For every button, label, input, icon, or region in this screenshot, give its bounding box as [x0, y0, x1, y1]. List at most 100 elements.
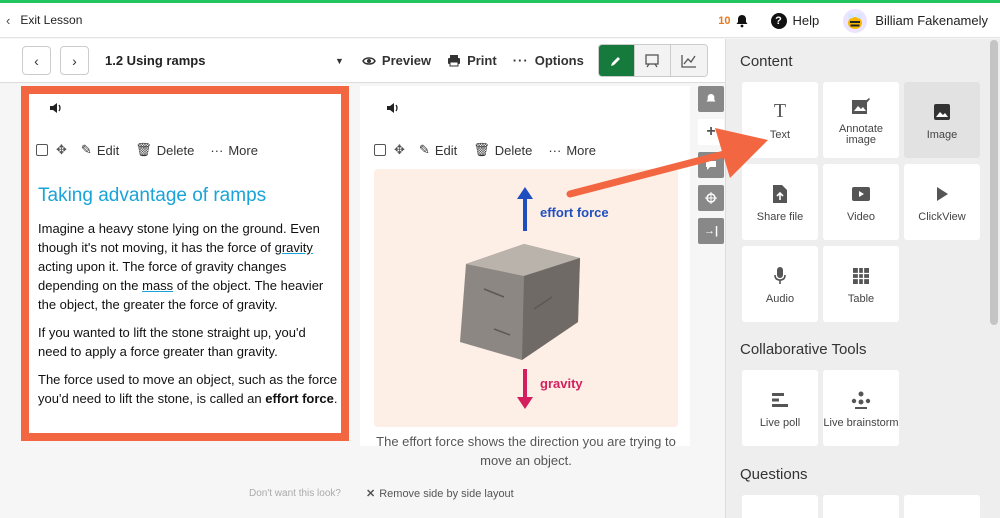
- print-button[interactable]: Print: [447, 53, 497, 68]
- questions-heading: Questions: [740, 466, 808, 483]
- clickview-tile-label: ClickView: [918, 210, 966, 223]
- top-bar: ‹ Exit Lesson 10 ? Help Billiam Fakename…: [0, 3, 1000, 38]
- more-button[interactable]: ··· More: [548, 143, 596, 158]
- more-button[interactable]: ··· More: [210, 143, 258, 158]
- brainstorm-icon: [850, 388, 872, 412]
- preview-button[interactable]: Preview: [362, 53, 431, 68]
- chevron-right-icon: ›: [72, 52, 77, 69]
- audio-tile-label: Audio: [765, 292, 795, 305]
- content-heading: Taking advantage of ramps: [38, 185, 267, 206]
- help-button[interactable]: ? Help: [770, 12, 820, 29]
- notification-count[interactable]: 10: [718, 15, 730, 27]
- ellipsis-icon: ···: [548, 142, 562, 158]
- speaker-icon[interactable]: [385, 101, 401, 115]
- next-page-button[interactable]: ›: [60, 46, 89, 75]
- content-heading: Content: [740, 53, 793, 70]
- text-block-panel[interactable]: ✥ ✎ Edit 🗑 Delete ··· More Taking advantage…: [21, 86, 349, 441]
- speaker-icon[interactable]: [48, 101, 64, 115]
- ellipsis-icon: ···: [512, 53, 529, 68]
- annotate-image-tile[interactable]: Annotate image: [823, 82, 899, 158]
- caret-down-icon[interactable]: ▼: [335, 56, 344, 66]
- question-tile-1[interactable]: [742, 495, 818, 518]
- gravity-label: gravity: [540, 376, 583, 391]
- options-button[interactable]: ··· Options: [513, 53, 584, 68]
- more-label: More: [566, 142, 596, 158]
- comment-icon: [706, 161, 716, 170]
- share-file-tile[interactable]: Share file: [742, 164, 818, 240]
- delete-button[interactable]: 🗑 Delete: [473, 142, 532, 158]
- lesson-toolbar: ‹ › 1.2 Using ramps ▼ Preview Print ··· …: [0, 39, 725, 83]
- print-label: Print: [467, 53, 497, 68]
- avatar: [843, 8, 868, 33]
- content-sidebar: Content T Text Annotate image Image Shar…: [725, 39, 1000, 518]
- audio-tile[interactable]: Audio: [742, 246, 818, 322]
- effort-force-illustration: effort force gravity: [374, 169, 678, 427]
- gravity-arrow-head: [517, 397, 533, 409]
- video-tile[interactable]: Video: [823, 164, 899, 240]
- more-label: More: [228, 142, 258, 158]
- text-block-controls: ✥ ✎ Edit 🗑 Delete ··· More: [36, 142, 274, 158]
- mass-glossary-link[interactable]: mass: [142, 278, 173, 293]
- bell-tool-button[interactable]: [698, 86, 724, 112]
- select-checkbox[interactable]: [36, 144, 48, 156]
- eye-icon: [362, 56, 376, 65]
- live-brainstorm-tile-label: Live brainstorm: [823, 416, 899, 429]
- clickview-tile[interactable]: ClickView: [904, 164, 980, 240]
- remove-side-by-side-button[interactable]: ✕ Remove side by side layout: [366, 487, 514, 501]
- live-brainstorm-tile[interactable]: Live brainstorm: [823, 370, 899, 446]
- move-handle-icon[interactable]: ✥: [56, 142, 67, 158]
- bell-icon[interactable]: [735, 14, 749, 28]
- image-block-panel[interactable]: ✥ ✎ Edit 🗑 Delete ··· More effort force gra…: [360, 86, 690, 468]
- question-tile-2[interactable]: [823, 495, 899, 518]
- share-file-icon: [772, 182, 788, 206]
- analytics-mode-button[interactable]: [670, 45, 707, 76]
- select-checkbox[interactable]: [374, 144, 386, 156]
- exit-lesson-button[interactable]: ‹ Exit Lesson: [6, 13, 82, 28]
- plus-icon: +: [706, 123, 716, 140]
- sidebar-scrollbar[interactable]: [990, 40, 998, 325]
- stone-icon: [460, 244, 580, 360]
- collapse-tool-button[interactable]: →|: [698, 218, 724, 244]
- text-tile[interactable]: T Text: [742, 82, 818, 158]
- exit-lesson-label: Exit Lesson: [20, 13, 83, 27]
- present-mode-button[interactable]: [634, 45, 671, 76]
- edit-mode-button[interactable]: [598, 45, 635, 76]
- video-icon: [851, 182, 871, 206]
- paragraph-1: Imagine a heavy stone lying on the groun…: [38, 219, 338, 314]
- live-poll-tile[interactable]: Live poll: [742, 370, 818, 446]
- annotate-image-icon: [851, 94, 871, 118]
- mode-switcher: [597, 44, 708, 77]
- edit-button[interactable]: ✎ Edit: [419, 142, 457, 158]
- comment-tool-button[interactable]: [698, 152, 724, 178]
- user-menu[interactable]: Billiam Fakenamely: [843, 8, 988, 33]
- trash-icon: 🗑: [473, 142, 490, 157]
- ellipsis-icon: ···: [210, 142, 224, 158]
- effort-force-label: effort force: [540, 205, 609, 220]
- printer-icon: [448, 55, 461, 67]
- live-poll-tile-label: Live poll: [759, 416, 801, 429]
- table-tile[interactable]: Table: [823, 246, 899, 322]
- table-icon: [852, 264, 870, 288]
- image-tile[interactable]: Image: [904, 82, 980, 158]
- share-file-tile-label: Share file: [756, 210, 804, 223]
- edit-button[interactable]: ✎ Edit: [81, 142, 119, 158]
- text-tile-label: Text: [769, 128, 791, 141]
- question-tile-3[interactable]: [904, 495, 980, 518]
- previous-page-button[interactable]: ‹: [22, 46, 51, 75]
- gravity-glossary-link[interactable]: gravity: [275, 240, 313, 255]
- move-handle-icon[interactable]: ✥: [394, 142, 405, 158]
- help-label: Help: [792, 13, 820, 28]
- pencil-icon: ✎: [80, 142, 92, 157]
- effort-arrow-head: [517, 187, 533, 199]
- delete-label: Delete: [494, 142, 533, 158]
- options-label: Options: [534, 53, 584, 68]
- add-tool-button[interactable]: +: [698, 119, 724, 145]
- lesson-title-dropdown[interactable]: 1.2 Using ramps: [105, 53, 335, 68]
- pencil-icon: ✎: [418, 142, 430, 157]
- annotate-image-tile-label: Annotate image: [838, 123, 884, 146]
- trash-icon: 🗑: [135, 142, 152, 157]
- delete-button[interactable]: 🗑 Delete: [135, 142, 194, 158]
- target-tool-button[interactable]: [698, 185, 724, 211]
- edit-label: Edit: [434, 142, 458, 158]
- pencil-icon: [611, 56, 621, 66]
